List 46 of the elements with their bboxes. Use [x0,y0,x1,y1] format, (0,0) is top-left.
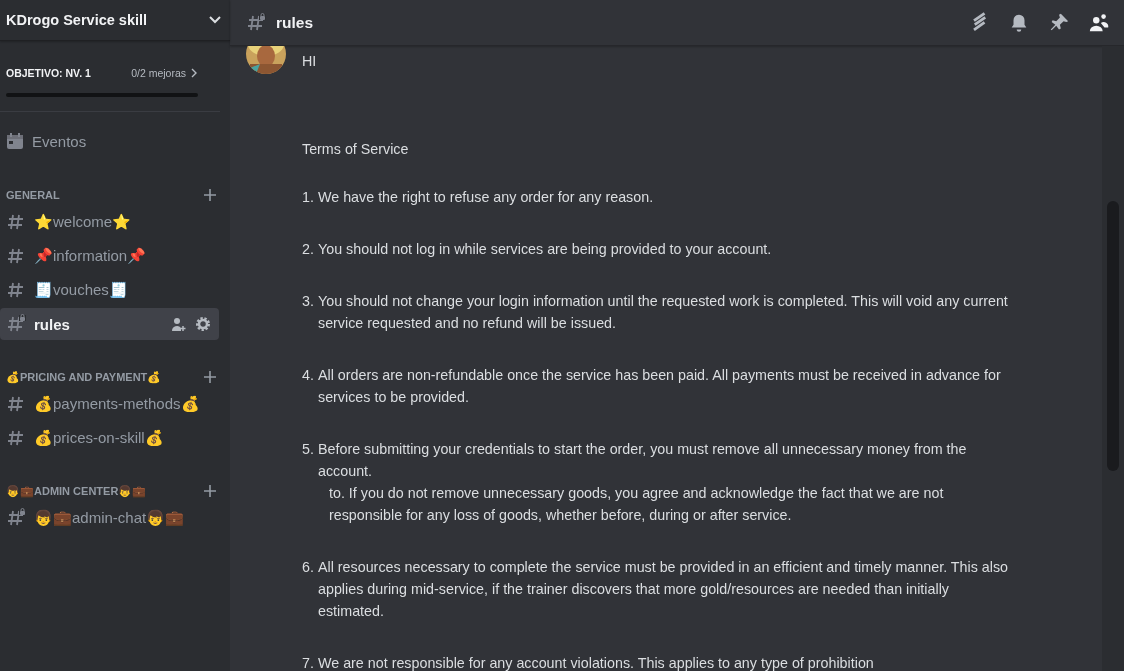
message-title: Terms of Service [302,140,410,159]
list-number: 2. [302,240,315,259]
list-item-text: We are not responsible for any account violations. This applies to any type of prohibition [318,654,875,671]
list-number: 3. [302,292,315,311]
channel-name: 👦💼admin-chat👦💼 [34,509,186,527]
list-item-text: You should not change your login information until the requested work is completed. This will void any current service requested and no refund will be issued. [318,292,1009,333]
plus-icon[interactable] [204,485,216,497]
channel-name: ⭐welcome⭐ [34,213,133,231]
category-name[interactable]: 👦💼ADMIN CENTER👦💼 [6,484,147,498]
plus-icon[interactable] [204,371,216,383]
channel-title: rules [276,13,315,32]
list-number: 1. [302,188,315,207]
add-member-icon[interactable] [171,316,187,332]
channel-name: 📌information📌 [34,247,148,265]
server-name[interactable]: KDrogo Service skill [6,12,148,28]
channel-item[interactable]: ⭐welcome⭐ [0,206,219,238]
list-number: 4. [302,366,315,385]
list-item-text: Before submitting your credentials to start the order, you must remove all unnecessary money from the account. [318,440,968,481]
channel-item[interactable]: rules [0,308,219,340]
members-icon[interactable] [1088,11,1110,34]
calendar-icon [6,132,24,150]
channel-item[interactable]: 📌information📌 [0,240,219,272]
list-item-text: All resources necessary to complete the service must be provided in an efficient and timely manner. This also applies during mid-service, if the trainer discovers that more gold/resources are needed than initially estimated. [318,558,1010,621]
list-item-text: You should not log in while services are being provided to your account. [318,240,773,259]
channel-name: 💰payments-methods💰 [34,395,201,413]
settings-icon[interactable] [195,316,211,332]
category-name[interactable]: GENERAL [6,189,60,201]
list-item-text: All orders are non-refundable once the service has been paid. All payments must be received in advance for services to be provided. [318,366,1002,407]
list-number: 5. [302,440,315,459]
channel-name: 💰prices-on-skill💰 [34,429,165,447]
channel-name: rules [34,315,71,333]
list-number: 6. [302,558,315,577]
category-name[interactable]: 💰PRICING AND PAYMENT💰 [6,370,162,384]
list-item-text: We have the right to refuse any order for any reason. [318,188,655,207]
channel-item[interactable]: 💰prices-on-skill💰 [0,422,219,454]
channel-name: 🧾vouches🧾 [34,281,129,299]
channel-item[interactable]: 💰payments-methods💰 [0,388,219,420]
channel-item[interactable]: 🧾vouches🧾 [0,274,219,306]
plus-icon[interactable] [204,189,216,201]
list-number: 7. [302,654,315,671]
boost-goal: OBJETIVO: NV. 1 [6,67,91,79]
boost-progress-text[interactable]: 0/2 mejoras [131,67,186,79]
events-link[interactable]: Eventos [32,132,87,150]
message-text: HI [302,52,318,71]
list-sub-item-text: to. If you do not remove unnecessary goods, you agree and acknowledge the fact that we are not responsible for any loss of goods, whether before, during or after service. [328,484,945,525]
chevron-right-icon[interactable] [190,68,198,78]
